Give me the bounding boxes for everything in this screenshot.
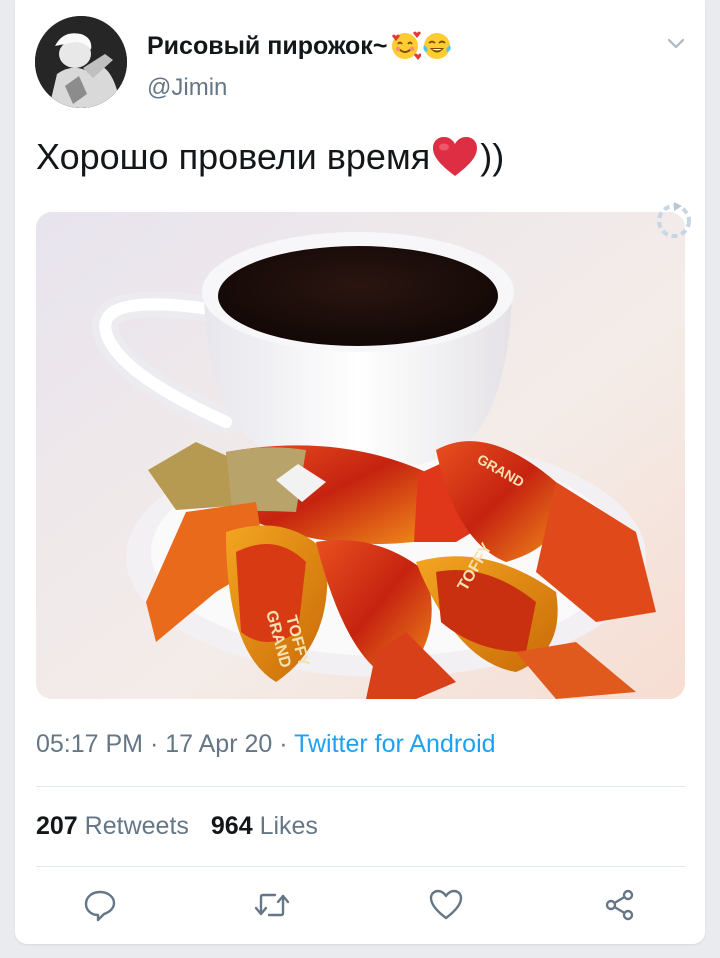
tweet-time: 05:17 PM bbox=[36, 730, 144, 758]
retweet-button[interactable] bbox=[247, 880, 297, 930]
red-heart-icon bbox=[433, 137, 478, 176]
tweet-stats: 207 Retweets 964 Likes bbox=[36, 812, 318, 841]
name-emojis bbox=[389, 30, 453, 62]
tweet-text-main: Хорошо провели время bbox=[36, 136, 431, 177]
tweet-date: 17 Apr 20 bbox=[165, 730, 273, 758]
avatar-image bbox=[35, 16, 127, 108]
retweets-count: 207 bbox=[36, 812, 78, 840]
likes-count: 964 bbox=[210, 812, 253, 840]
tweet-card: Рисовый пирожок~ @Jimin Хорошо провели в… bbox=[15, 0, 705, 944]
retweet-icon bbox=[254, 893, 290, 917]
likes-label: Likes bbox=[259, 812, 318, 840]
like-button[interactable] bbox=[421, 880, 471, 930]
tweet-actions bbox=[15, 880, 705, 930]
tweet-meta: 05:17 PM · 17 Apr 20 · Twitter for Andro… bbox=[36, 730, 496, 759]
share-button[interactable] bbox=[595, 880, 645, 930]
divider bbox=[36, 866, 685, 867]
retweets-label: Retweets bbox=[84, 812, 189, 840]
tweet-text-tail: )) bbox=[480, 136, 505, 177]
divider bbox=[36, 786, 685, 787]
meta-separator: · bbox=[149, 730, 166, 758]
heart-outline-icon bbox=[429, 889, 463, 920]
smiling-face-with-hearts-icon bbox=[392, 31, 422, 60]
tweet-media-image[interactable]: GRAND TOFFY GRAND TOFFY bbox=[36, 212, 685, 699]
likes-stat[interactable]: 964 Likes bbox=[211, 812, 318, 840]
name-row: Рисовый пирожок~ bbox=[147, 30, 453, 62]
tweet-source-link[interactable]: Twitter for Android bbox=[294, 730, 495, 758]
display-name[interactable]: Рисовый пирожок~ bbox=[147, 32, 387, 61]
retweets-stat[interactable]: 207 Retweets bbox=[36, 812, 189, 840]
share-icon bbox=[605, 889, 634, 921]
meta-separator: · bbox=[279, 730, 295, 758]
reply-button[interactable] bbox=[75, 880, 125, 930]
user-handle[interactable]: @Jimin bbox=[147, 74, 227, 102]
avatar[interactable] bbox=[35, 16, 127, 108]
face-with-tears-of-joy-icon bbox=[423, 33, 451, 59]
refresh-icon[interactable] bbox=[652, 196, 696, 242]
coffee-and-candies-photo: GRAND TOFFY GRAND TOFFY bbox=[36, 212, 685, 699]
reply-icon bbox=[84, 890, 116, 922]
tweet-text: Хорошо провели время )) bbox=[36, 136, 504, 178]
chevron-down-icon[interactable] bbox=[663, 30, 689, 56]
